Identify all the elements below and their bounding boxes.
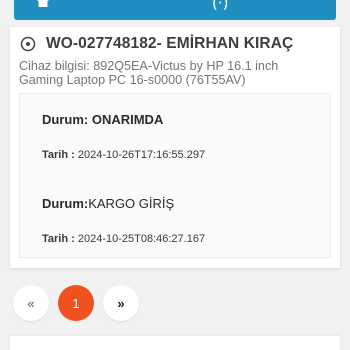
home-icon[interactable] xyxy=(36,0,50,8)
status-entry: Durum:KARGO GİRİŞ Tarih : 2024-10-25T08:… xyxy=(42,196,205,245)
status-line: Durum:KARGO GİRİŞ xyxy=(42,196,205,211)
date-line: Tarih : 2024-10-25T08:46:27.167 xyxy=(42,233,205,245)
device-info-line: Cihaz bilgisi: 892Q5EA-Victus by HP 16.1… xyxy=(19,59,279,73)
status-value: KARGO GİRİŞ xyxy=(88,196,175,211)
prev-page-button[interactable]: « xyxy=(13,285,49,321)
date-value: 2024-10-25T08:46:27.167 xyxy=(77,233,206,245)
status-line: Durum: ONARIMDA xyxy=(42,112,205,127)
work-order-title-row: WO-027748182- EMİRHAN KIRAÇ xyxy=(20,35,293,53)
device-info: Cihaz bilgisi: 892Q5EA-Victus by HP 16.1… xyxy=(19,59,319,87)
date-label: Tarih : xyxy=(42,233,78,245)
date-line: Tarih : 2024-10-26T17:16:55.297 xyxy=(42,149,205,161)
clock-icon xyxy=(20,36,36,52)
pagination: « 1 » xyxy=(13,285,139,321)
status-value: ONARIMDA xyxy=(91,112,164,127)
device-info-line: Gaming Laptop PC 16-s0000 (76T55AV) xyxy=(19,73,246,87)
next-card-partial xyxy=(10,336,340,350)
date-label: Tarih : xyxy=(42,149,78,161)
page-1-button[interactable]: 1 xyxy=(58,285,94,321)
header-title-partial: (·) xyxy=(212,0,229,12)
status-label: Durum: xyxy=(42,196,89,211)
date-value: 2024-10-26T17:16:55.297 xyxy=(77,149,206,161)
work-order-title: WO-027748182- EMİRHAN KIRAÇ xyxy=(46,35,294,52)
work-order-card: WO-027748182- EMİRHAN KIRAÇ Cihaz bilgis… xyxy=(10,27,340,268)
status-label: Durum: xyxy=(42,112,92,127)
header-bar: (·) xyxy=(14,0,336,20)
status-entry: Durum: ONARIMDA Tarih : 2024-10-26T17:16… xyxy=(42,112,205,161)
next-page-button[interactable]: » xyxy=(103,285,139,321)
status-history: Durum: ONARIMDA Tarih : 2024-10-26T17:16… xyxy=(19,93,331,258)
